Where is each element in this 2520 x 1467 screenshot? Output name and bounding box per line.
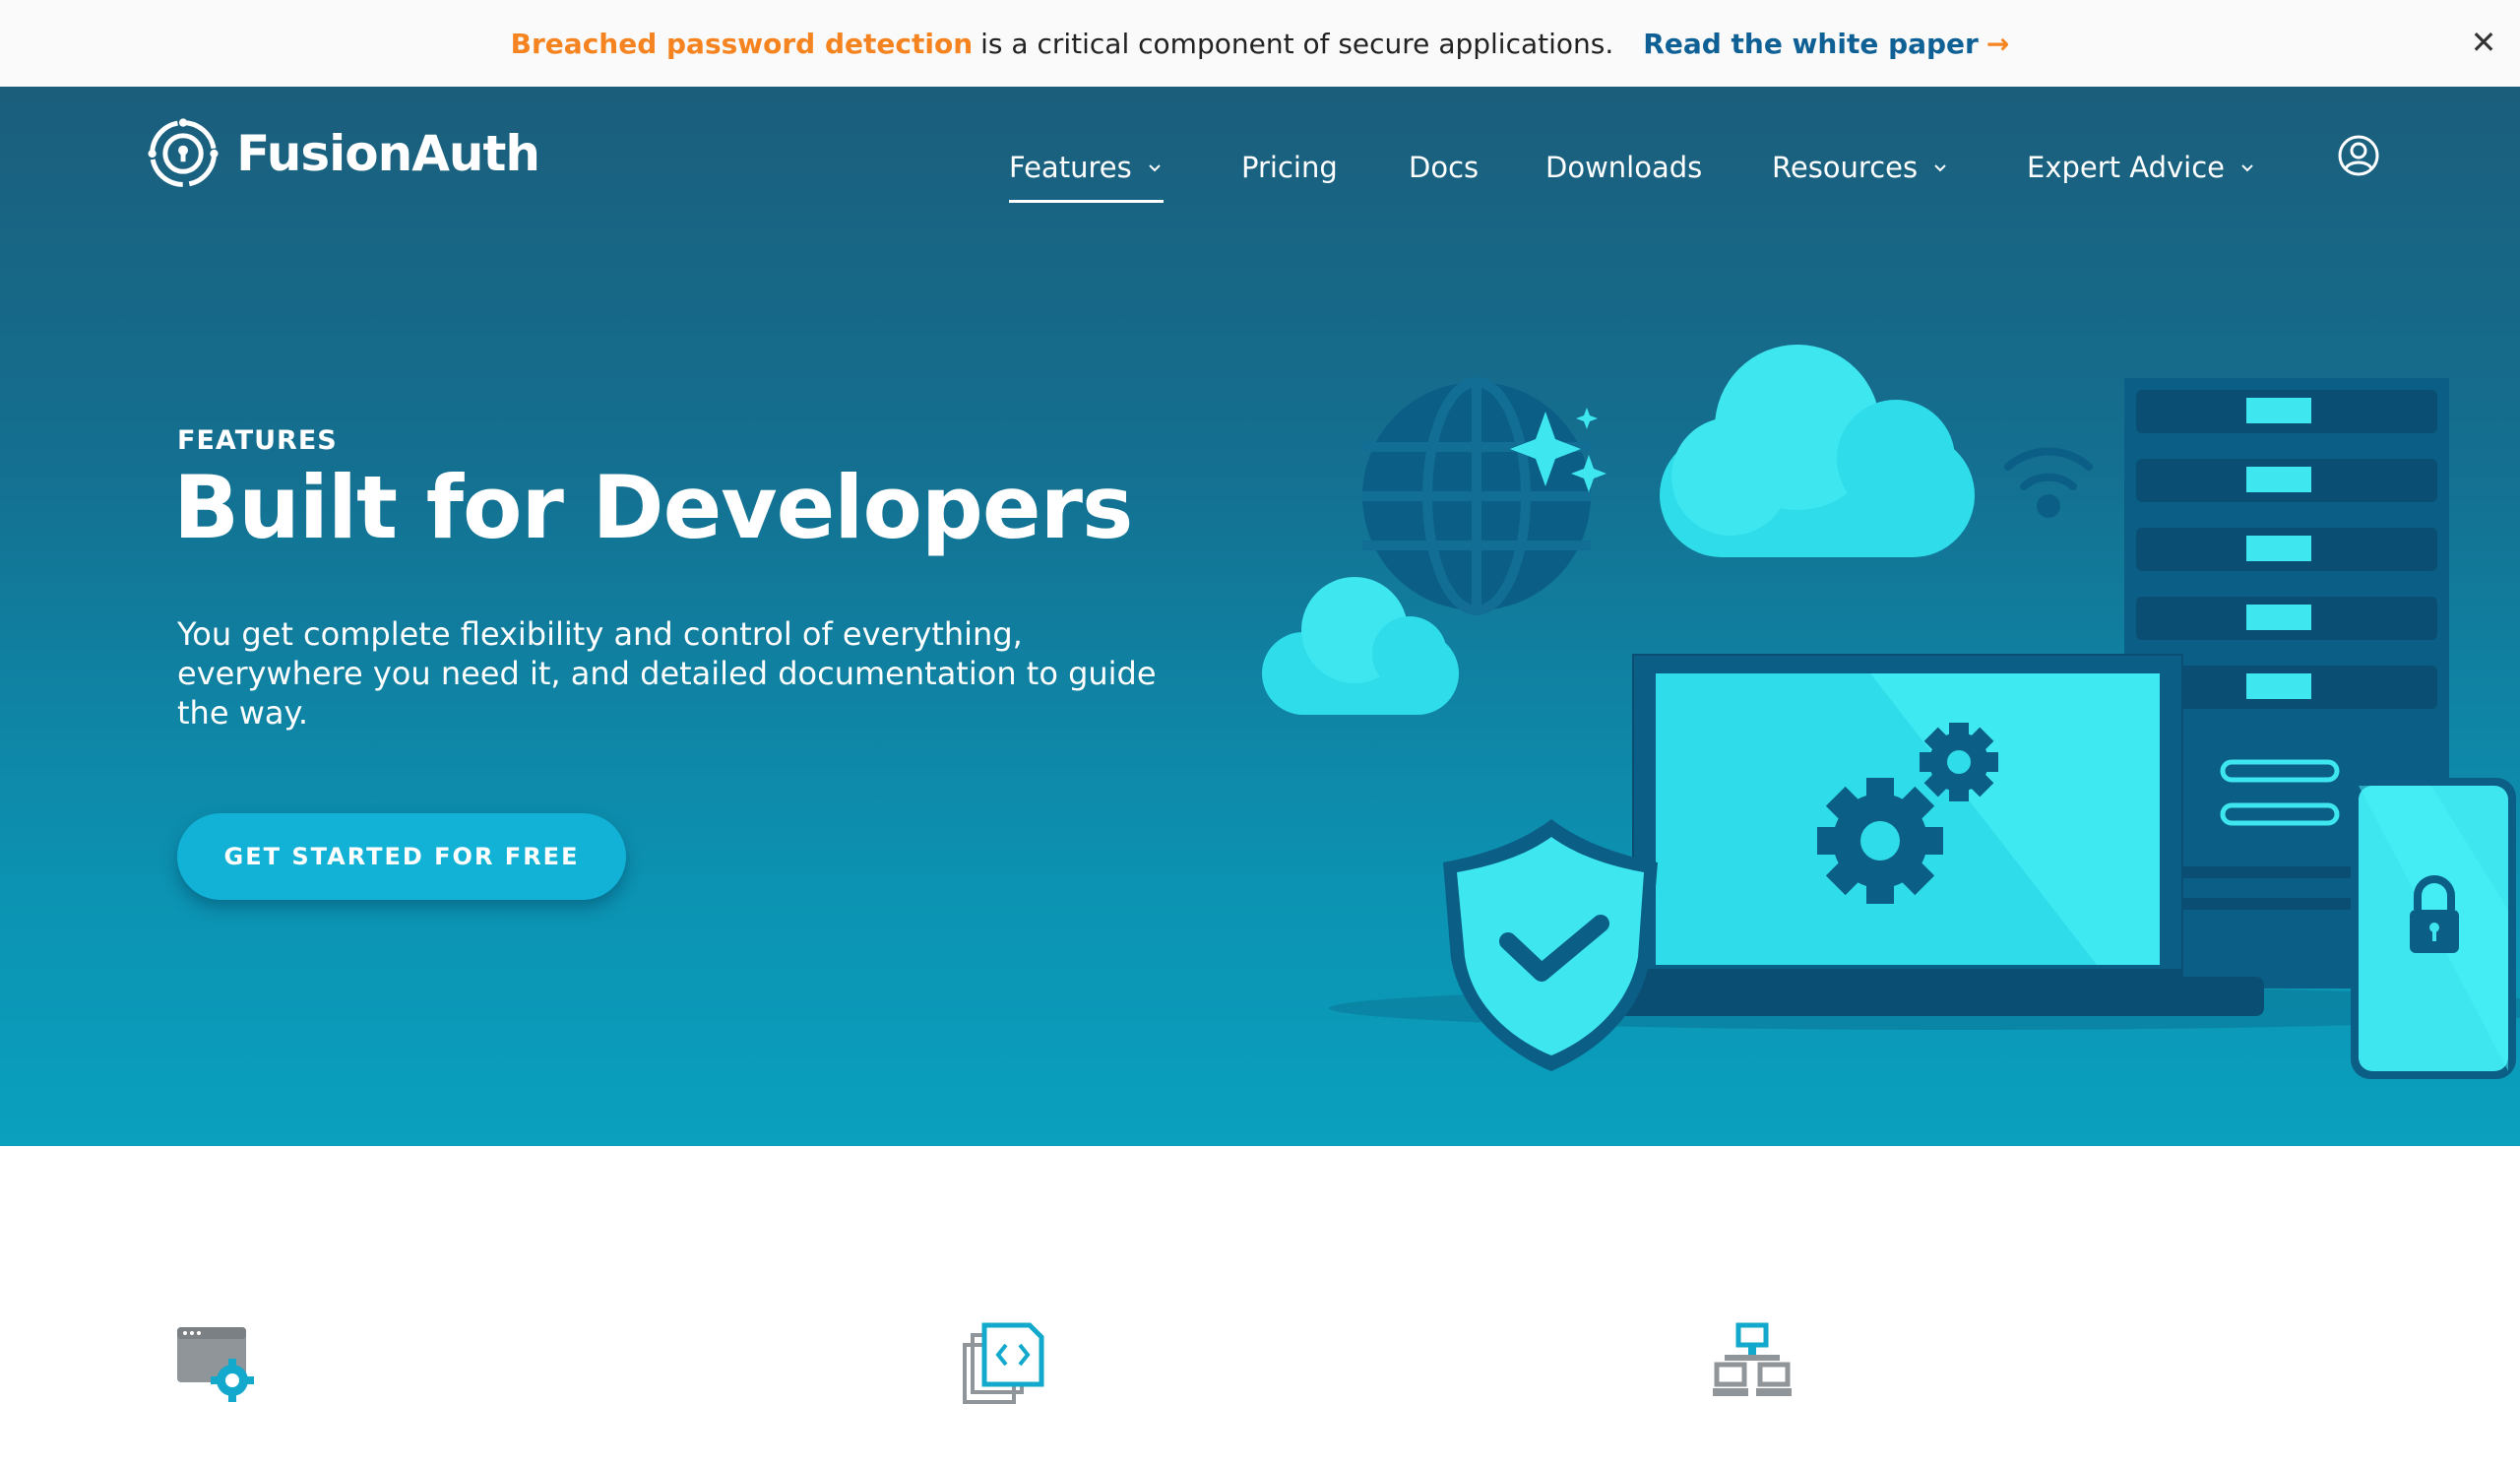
- cloud-icon: [1660, 345, 1975, 557]
- nav-label: Docs: [1409, 151, 1480, 184]
- globe-icon: [1362, 377, 1591, 615]
- nav-item-docs[interactable]: Docs: [1409, 138, 1479, 197]
- user-circle-icon[interactable]: [2337, 134, 2380, 177]
- hero-section: FusionAuth Features Pricing Docs Downloa…: [0, 87, 2520, 1146]
- page-title: Built for Developers: [173, 457, 1133, 558]
- nav-label: Resources: [1772, 151, 1919, 184]
- nav-item-expert-advice[interactable]: Expert Advice: [2027, 138, 2256, 197]
- phone-lock-icon: [2351, 778, 2516, 1079]
- nav-item-resources[interactable]: Resources: [1772, 138, 1949, 197]
- browser-gear-icon: [177, 1327, 254, 1402]
- features-section: [0, 1146, 2520, 1467]
- announcement-content: Breached password detection is a critica…: [0, 0, 2520, 87]
- announcement-highlight: Breached password detection: [510, 27, 974, 60]
- shield-check-icon: [1443, 819, 1658, 1071]
- nav-item-features[interactable]: Features: [1009, 138, 1164, 203]
- hero-eyebrow: FEATURES: [177, 425, 338, 456]
- network-computers-icon: [1713, 1322, 1792, 1396]
- nav-label: Pricing: [1241, 151, 1338, 184]
- gear-icon: [1920, 723, 1998, 801]
- chevron-down-icon: [1934, 164, 1946, 172]
- wifi-icon: [2004, 447, 2093, 518]
- nav-item-downloads[interactable]: Downloads: [1545, 138, 1702, 197]
- nav-label: Expert Advice: [2027, 151, 2225, 184]
- close-icon[interactable]: ✕: [2459, 18, 2508, 67]
- hero-description: You get complete flexibility and control…: [177, 615, 1157, 732]
- announcement-message: is a critical component of secure applic…: [980, 27, 1614, 60]
- sparkle-icon: [1576, 408, 1598, 429]
- chevron-down-icon: [1148, 164, 1161, 172]
- code-document-icon: [963, 1322, 1044, 1404]
- main-nav: Features Pricing Docs Downloads Resource…: [0, 138, 2520, 203]
- gear-icon: [1817, 778, 1943, 904]
- nav-label: Features: [1009, 151, 1132, 184]
- announcement-bar: Breached password detection is a critica…: [0, 0, 2520, 88]
- arrow-right-icon[interactable]: →: [1986, 28, 2009, 60]
- nav-item-pricing[interactable]: Pricing: [1241, 138, 1338, 197]
- developer-infrastructure-illustration: [1262, 345, 2520, 1079]
- nav-label: Downloads: [1545, 151, 1703, 184]
- get-started-button[interactable]: GET STARTED FOR FREE: [177, 813, 626, 900]
- white-paper-link[interactable]: Read the white paper: [1643, 28, 1979, 60]
- chevron-down-icon: [2241, 164, 2253, 172]
